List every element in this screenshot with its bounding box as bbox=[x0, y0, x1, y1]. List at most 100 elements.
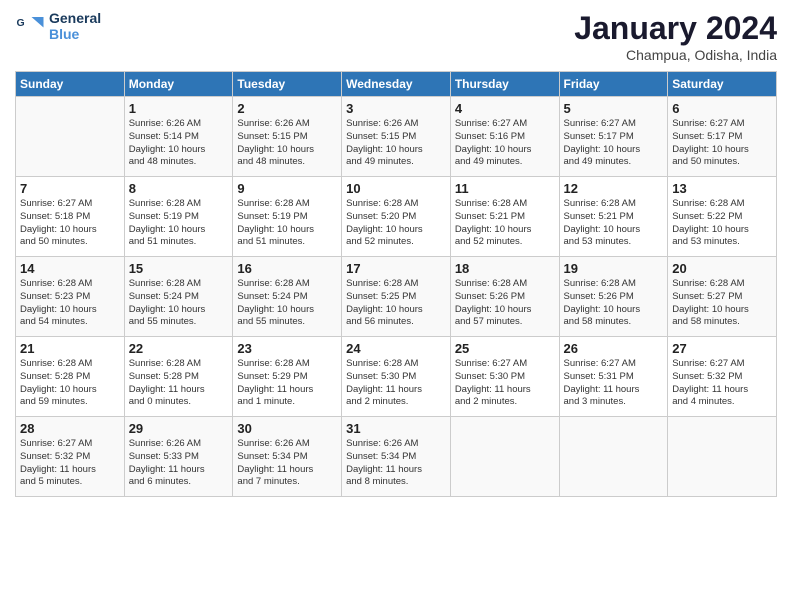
day-info: Sunrise: 6:26 AM Sunset: 5:15 PM Dayligh… bbox=[346, 118, 446, 169]
day-info: Sunrise: 6:28 AM Sunset: 5:19 PM Dayligh… bbox=[129, 198, 229, 249]
day-cell: 30Sunrise: 6:26 AM Sunset: 5:34 PM Dayli… bbox=[233, 417, 342, 497]
col-header-tuesday: Tuesday bbox=[233, 72, 342, 97]
day-number: 21 bbox=[20, 341, 120, 356]
day-cell bbox=[559, 417, 668, 497]
day-info: Sunrise: 6:26 AM Sunset: 5:14 PM Dayligh… bbox=[129, 118, 229, 169]
day-cell: 25 Sunrise: 6:27 AM Sunset: 5:30 PM Dayli… bbox=[450, 337, 559, 417]
day-info: Sunrise: 6:27 AM Sunset: 5:18 PM Dayligh… bbox=[20, 198, 120, 249]
day-number: 30 bbox=[237, 421, 337, 436]
day-cell: 20Sunrise: 6:28 AM Sunset: 5:27 PM Dayli… bbox=[668, 257, 777, 337]
calendar-table: SundayMondayTuesdayWednesdayThursdayFrid… bbox=[15, 71, 777, 497]
day-cell: 7 Sunrise: 6:27 AM Sunset: 5:18 PM Daylig… bbox=[16, 177, 125, 257]
day-number: 13 bbox=[672, 181, 772, 196]
day-cell: 17 Sunrise: 6:28 AM Sunset: 5:25 PM Dayli… bbox=[342, 257, 451, 337]
day-number: 25 bbox=[455, 341, 555, 356]
day-number: 12 bbox=[564, 181, 664, 196]
day-info: Sunrise: 6:28 AM Sunset: 5:26 PM Dayligh… bbox=[455, 278, 555, 329]
day-cell: 10 Sunrise: 6:28 AM Sunset: 5:20 PM Dayli… bbox=[342, 177, 451, 257]
col-header-monday: Monday bbox=[124, 72, 233, 97]
day-cell bbox=[16, 97, 125, 177]
day-info: Sunrise: 6:26 AM Sunset: 5:34 PM Dayligh… bbox=[346, 438, 446, 489]
day-info: Sunrise: 6:26 AM Sunset: 5:15 PM Dayligh… bbox=[237, 118, 337, 169]
header-row: SundayMondayTuesdayWednesdayThursdayFrid… bbox=[16, 72, 777, 97]
day-cell: 29Sunrise: 6:26 AM Sunset: 5:33 PM Dayli… bbox=[124, 417, 233, 497]
day-cell: 5Sunrise: 6:27 AM Sunset: 5:17 PM Daylig… bbox=[559, 97, 668, 177]
day-cell bbox=[668, 417, 777, 497]
day-cell: 24 Sunrise: 6:28 AM Sunset: 5:30 PM Dayli… bbox=[342, 337, 451, 417]
day-number: 19 bbox=[564, 261, 664, 276]
day-info: Sunrise: 6:27 AM Sunset: 5:16 PM Dayligh… bbox=[455, 118, 555, 169]
day-number: 20 bbox=[672, 261, 772, 276]
day-number: 7 bbox=[20, 181, 120, 196]
col-header-thursday: Thursday bbox=[450, 72, 559, 97]
day-info: Sunrise: 6:28 AM Sunset: 5:28 PM Dayligh… bbox=[20, 358, 120, 409]
day-info: Sunrise: 6:28 AM Sunset: 5:21 PM Dayligh… bbox=[455, 198, 555, 249]
day-info: Sunrise: 6:27 AM Sunset: 5:17 PM Dayligh… bbox=[564, 118, 664, 169]
week-row-4: 21 Sunrise: 6:28 AM Sunset: 5:28 PM Dayli… bbox=[16, 337, 777, 417]
day-cell: 26 Sunrise: 6:27 AM Sunset: 5:31 PM Dayli… bbox=[559, 337, 668, 417]
day-number: 29 bbox=[129, 421, 229, 436]
day-info: Sunrise: 6:27 AM Sunset: 5:17 PM Dayligh… bbox=[672, 118, 772, 169]
svg-text:G: G bbox=[17, 17, 25, 29]
logo-icon: G bbox=[15, 11, 45, 41]
day-info: Sunrise: 6:28 AM Sunset: 5:29 PM Dayligh… bbox=[237, 358, 337, 409]
day-info: Sunrise: 6:28 AM Sunset: 5:26 PM Dayligh… bbox=[564, 278, 664, 329]
col-header-saturday: Saturday bbox=[668, 72, 777, 97]
day-info: Sunrise: 6:27 AM Sunset: 5:30 PM Dayligh… bbox=[455, 358, 555, 409]
day-number: 22 bbox=[129, 341, 229, 356]
day-cell: 22 Sunrise: 6:28 AM Sunset: 5:28 PM Dayli… bbox=[124, 337, 233, 417]
day-cell: 4Sunrise: 6:27 AM Sunset: 5:16 PM Daylig… bbox=[450, 97, 559, 177]
day-number: 24 bbox=[346, 341, 446, 356]
day-info: Sunrise: 6:28 AM Sunset: 5:25 PM Dayligh… bbox=[346, 278, 446, 329]
day-number: 17 bbox=[346, 261, 446, 276]
day-number: 8 bbox=[129, 181, 229, 196]
day-cell: 1 Sunrise: 6:26 AM Sunset: 5:14 PM Daylig… bbox=[124, 97, 233, 177]
week-row-5: 28Sunrise: 6:27 AM Sunset: 5:32 PM Dayli… bbox=[16, 417, 777, 497]
day-info: Sunrise: 6:28 AM Sunset: 5:22 PM Dayligh… bbox=[672, 198, 772, 249]
day-number: 2 bbox=[237, 101, 337, 116]
col-header-wednesday: Wednesday bbox=[342, 72, 451, 97]
header: G General Blue January 2024 Champua, Odi… bbox=[15, 10, 777, 63]
title-block: January 2024 Champua, Odisha, India bbox=[574, 10, 777, 63]
day-number: 18 bbox=[455, 261, 555, 276]
week-row-1: 1 Sunrise: 6:26 AM Sunset: 5:14 PM Daylig… bbox=[16, 97, 777, 177]
day-cell: 9 Sunrise: 6:28 AM Sunset: 5:19 PM Daylig… bbox=[233, 177, 342, 257]
day-number: 6 bbox=[672, 101, 772, 116]
day-cell: 18 Sunrise: 6:28 AM Sunset: 5:26 PM Dayli… bbox=[450, 257, 559, 337]
week-row-2: 7 Sunrise: 6:27 AM Sunset: 5:18 PM Daylig… bbox=[16, 177, 777, 257]
day-cell: 23 Sunrise: 6:28 AM Sunset: 5:29 PM Dayli… bbox=[233, 337, 342, 417]
day-number: 28 bbox=[20, 421, 120, 436]
day-number: 27 bbox=[672, 341, 772, 356]
day-number: 14 bbox=[20, 261, 120, 276]
day-info: Sunrise: 6:28 AM Sunset: 5:20 PM Dayligh… bbox=[346, 198, 446, 249]
day-cell: 13 Sunrise: 6:28 AM Sunset: 5:22 PM Dayli… bbox=[668, 177, 777, 257]
day-info: Sunrise: 6:28 AM Sunset: 5:30 PM Dayligh… bbox=[346, 358, 446, 409]
day-cell: 8 Sunrise: 6:28 AM Sunset: 5:19 PM Daylig… bbox=[124, 177, 233, 257]
day-cell: 15Sunrise: 6:28 AM Sunset: 5:24 PM Dayli… bbox=[124, 257, 233, 337]
day-number: 15 bbox=[129, 261, 229, 276]
day-cell: 19 Sunrise: 6:28 AM Sunset: 5:26 PM Dayli… bbox=[559, 257, 668, 337]
day-number: 10 bbox=[346, 181, 446, 196]
day-number: 1 bbox=[129, 101, 229, 116]
day-info: Sunrise: 6:28 AM Sunset: 5:28 PM Dayligh… bbox=[129, 358, 229, 409]
day-info: Sunrise: 6:28 AM Sunset: 5:23 PM Dayligh… bbox=[20, 278, 120, 329]
day-number: 26 bbox=[564, 341, 664, 356]
month-title: January 2024 bbox=[574, 10, 777, 47]
day-number: 9 bbox=[237, 181, 337, 196]
col-header-sunday: Sunday bbox=[16, 72, 125, 97]
day-cell: 21 Sunrise: 6:28 AM Sunset: 5:28 PM Dayli… bbox=[16, 337, 125, 417]
day-cell: 31 Sunrise: 6:26 AM Sunset: 5:34 PM Dayli… bbox=[342, 417, 451, 497]
day-number: 16 bbox=[237, 261, 337, 276]
logo-line1: General bbox=[49, 10, 101, 26]
day-cell: 2 Sunrise: 6:26 AM Sunset: 5:15 PM Daylig… bbox=[233, 97, 342, 177]
day-info: Sunrise: 6:28 AM Sunset: 5:19 PM Dayligh… bbox=[237, 198, 337, 249]
day-number: 31 bbox=[346, 421, 446, 436]
day-info: Sunrise: 6:27 AM Sunset: 5:32 PM Dayligh… bbox=[672, 358, 772, 409]
day-info: Sunrise: 6:27 AM Sunset: 5:31 PM Dayligh… bbox=[564, 358, 664, 409]
calendar-page: G General Blue January 2024 Champua, Odi… bbox=[0, 0, 792, 612]
day-cell: 6 Sunrise: 6:27 AM Sunset: 5:17 PM Daylig… bbox=[668, 97, 777, 177]
day-number: 11 bbox=[455, 181, 555, 196]
day-info: Sunrise: 6:28 AM Sunset: 5:21 PM Dayligh… bbox=[564, 198, 664, 249]
day-number: 23 bbox=[237, 341, 337, 356]
day-cell: 27 Sunrise: 6:27 AM Sunset: 5:32 PM Dayli… bbox=[668, 337, 777, 417]
